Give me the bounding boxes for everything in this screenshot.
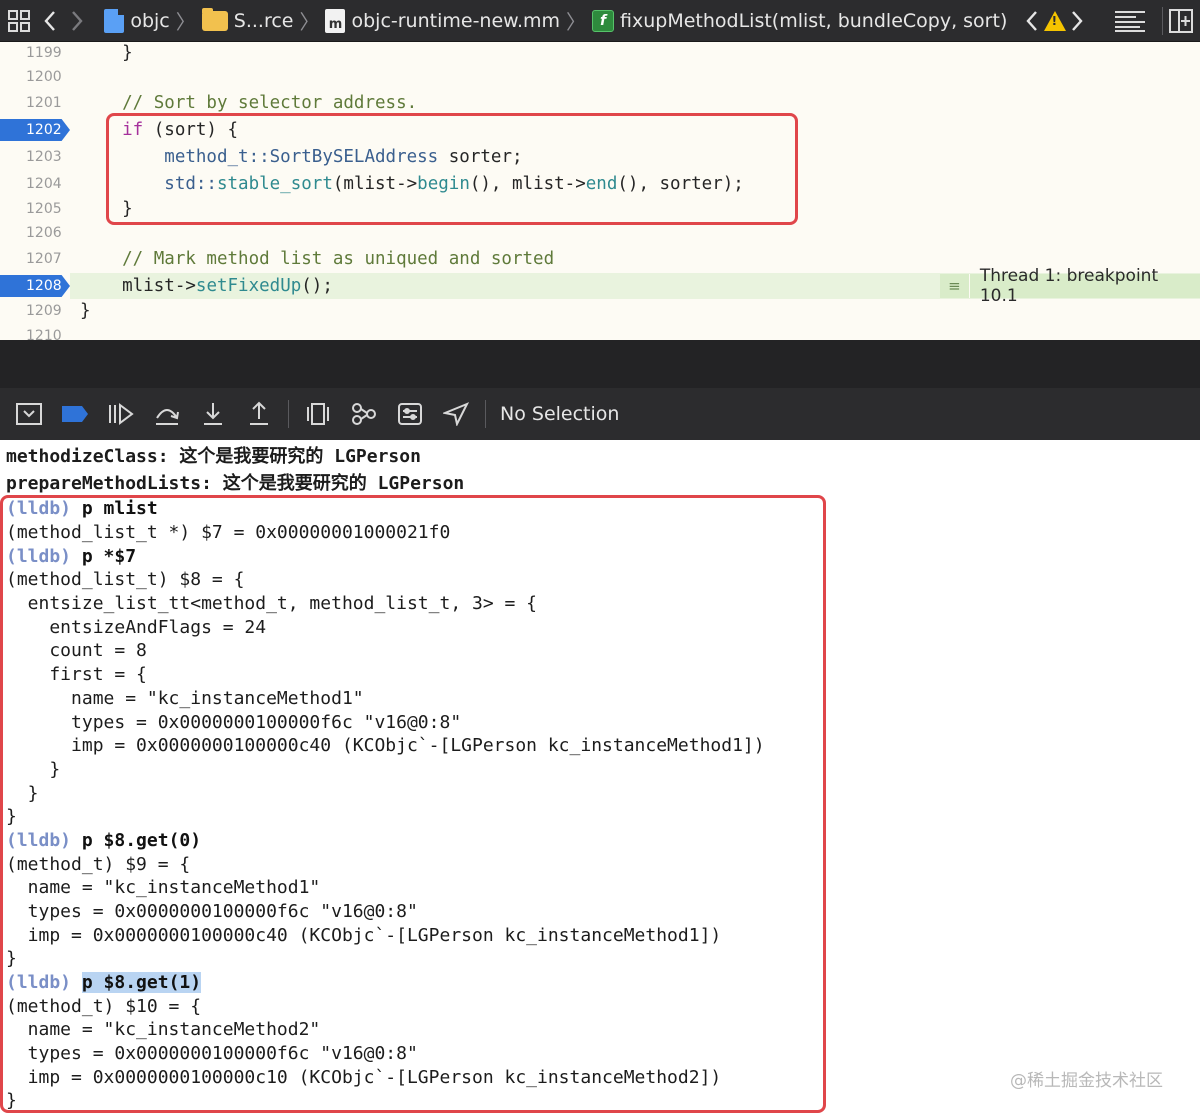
function-icon: f	[592, 9, 615, 32]
code-text: mlist->	[80, 276, 196, 296]
breadcrumb-separator: 〉	[299, 10, 320, 34]
toolbar-divider	[485, 400, 486, 428]
line-number[interactable]: 1200	[0, 66, 70, 88]
thread-breakpoint-badge[interactable]: ≡ Thread 1: breakpoint 10.1	[940, 266, 1200, 306]
code-text: mlist->setFixedUp();	[80, 273, 333, 299]
breadcrumb-separator: 〉	[566, 10, 587, 34]
jump-bar: objc 〉 S...rce 〉 m objc-runtime-new.mm 〉…	[0, 0, 1200, 42]
line-number[interactable]: 1199	[0, 42, 70, 64]
breadcrumb-function[interactable]: f fixupMethodList(mlist, bundleCopy, sor…	[592, 0, 1007, 42]
code-line: 1210	[0, 323, 1200, 340]
code-line: 1200	[0, 64, 1200, 90]
step-over-icon[interactable]	[144, 388, 190, 440]
line-number[interactable]: 1210	[0, 325, 70, 340]
code-line: 1209 }	[0, 298, 1200, 324]
line-number[interactable]: 1203	[0, 146, 70, 168]
environment-overrides-icon[interactable]	[387, 388, 433, 440]
line-number[interactable]: 1206	[0, 222, 70, 244]
next-issue-icon[interactable]	[1066, 0, 1088, 42]
toolbar-divider	[288, 400, 289, 428]
debug-bar: No Selection	[0, 388, 1200, 440]
breadcrumb-label: fixupMethodList(mlist, bundleCopy, sort)	[620, 9, 1008, 32]
highlight-box	[106, 113, 798, 225]
view-hierarchy-icon[interactable]	[295, 388, 341, 440]
breadcrumb-project[interactable]: objc	[104, 0, 170, 42]
breakpoint-toggle-icon[interactable]	[52, 388, 98, 440]
breadcrumb-folder[interactable]: S...rce	[201, 0, 294, 42]
code-line-current: 1208 mlist->setFixedUp(); ≡ Thread 1: br…	[0, 266, 1200, 306]
folder-icon	[201, 7, 228, 31]
line-number[interactable]: 1207	[0, 248, 70, 270]
memory-graph-icon[interactable]	[341, 388, 387, 440]
step-into-icon[interactable]	[190, 388, 236, 440]
continue-icon[interactable]	[98, 388, 144, 440]
breadcrumb-label: S...rce	[233, 9, 294, 32]
code-comment: // Mark method list as uniqued and sorte…	[80, 249, 555, 269]
line-number[interactable]: 1205	[0, 198, 70, 220]
code-function: setFixedUp	[195, 276, 302, 296]
add-editor-icon[interactable]	[1163, 0, 1200, 42]
menu-lines-icon: ≡	[940, 274, 970, 298]
line-number[interactable]: 1208	[0, 275, 70, 297]
code-text: ();	[301, 276, 333, 296]
forward-icon[interactable]	[64, 0, 91, 42]
breadcrumb-label: objc	[130, 9, 170, 32]
step-out-icon[interactable]	[236, 388, 282, 440]
panel-divider[interactable]	[0, 340, 1200, 388]
console-line: methodizeClass: 这个是我要研究的 LGPerson	[6, 446, 421, 467]
line-number[interactable]: 1209	[0, 300, 70, 322]
console-line: prepareMethodLists: 这个是我要研究的 LGPerson	[6, 473, 465, 494]
hide-debug-area-icon[interactable]	[6, 388, 52, 440]
code-line: 1199 }	[0, 42, 1200, 66]
code-text: }	[80, 43, 133, 63]
previous-issue-icon[interactable]	[1021, 0, 1043, 42]
line-number[interactable]: 1204	[0, 173, 70, 195]
back-icon[interactable]	[37, 0, 64, 42]
warning-icon[interactable]: !	[1043, 0, 1066, 42]
watermark: @稀土掘金技术社区	[1010, 1071, 1163, 1091]
breadcrumb-file[interactable]: m objc-runtime-new.mm	[325, 0, 560, 42]
app-icon	[104, 8, 125, 33]
breadcrumb-separator: 〉	[175, 10, 196, 34]
highlight-box	[0, 495, 826, 1113]
source-editor[interactable]: 1199 } 1200 1201 // Sort by selector add…	[0, 42, 1200, 340]
selection-status: No Selection	[500, 403, 620, 425]
code-text: }	[80, 301, 91, 321]
minimap-icon[interactable]	[1108, 0, 1152, 42]
grid-icon[interactable]	[0, 0, 37, 42]
line-number[interactable]: 1201	[0, 92, 70, 114]
breadcrumb-label: objc-runtime-new.mm	[351, 9, 561, 32]
line-number[interactable]: 1202	[0, 119, 70, 141]
simulate-location-icon[interactable]	[433, 388, 479, 440]
debug-console[interactable]: methodizeClass: 这个是我要研究的 LGPerson prepar…	[0, 440, 1200, 1115]
objc-file-icon: m	[325, 8, 346, 33]
